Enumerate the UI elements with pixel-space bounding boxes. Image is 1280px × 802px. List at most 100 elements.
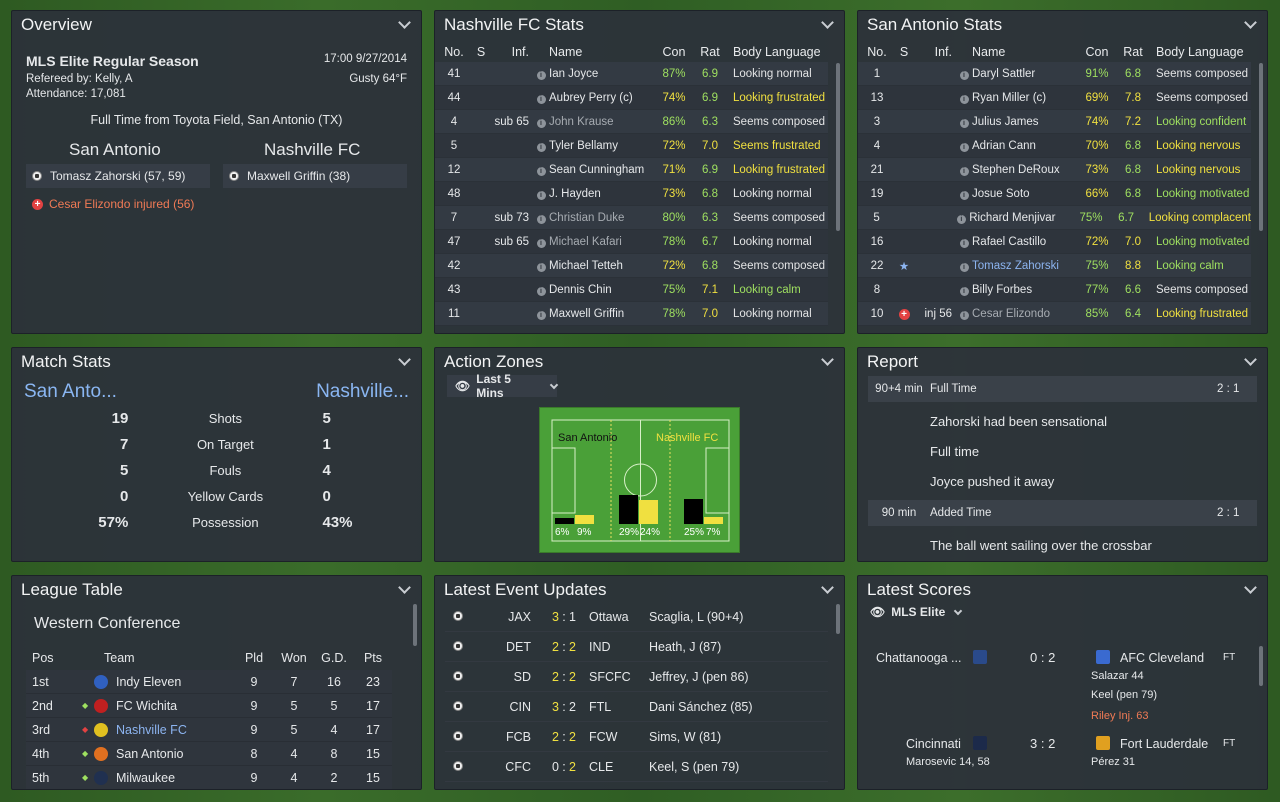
report-event-row[interactable]: 90+4 min Full Time 2 : 1 <box>868 376 1257 402</box>
home-team[interactable]: JAX <box>471 610 531 624</box>
table-row[interactable]: 2nd ◆ FC Wichita 9 5 5 17 <box>26 694 392 718</box>
info-icon[interactable]: i <box>954 212 970 224</box>
column-header[interactable]: S <box>896 45 912 59</box>
table-row[interactable]: 5th ◆ Milwaukee 9 4 2 15 <box>26 766 392 789</box>
column-header[interactable]: Body Language <box>1148 45 1251 59</box>
team-name[interactable]: FC Wichita <box>116 699 177 713</box>
chevron-down-icon[interactable] <box>1244 581 1257 594</box>
team-name[interactable]: Indy Eleven <box>116 675 181 689</box>
player-name[interactable]: Richard Menjivar <box>969 212 1070 224</box>
away-team[interactable]: FTL <box>589 700 649 714</box>
column-header[interactable]: No. <box>435 45 473 59</box>
player-name[interactable]: Maxwell Griffin <box>549 308 653 320</box>
column-header[interactable]: Inf. <box>489 45 533 59</box>
chevron-down-icon[interactable] <box>398 353 411 366</box>
event-row[interactable]: FCB 2:2 FCW Sims, W (81) <box>445 722 828 752</box>
player-name[interactable]: Dennis Chin <box>549 284 653 296</box>
player-row[interactable]: 5 i Richard Menjivar 75% 6.7 Looking complace… <box>858 206 1251 230</box>
away-team[interactable]: CLE <box>589 760 649 774</box>
player-row[interactable]: 3 i Julius James 74% 7.2 Looking confident <box>858 110 1251 134</box>
info-icon[interactable]: i <box>956 116 972 128</box>
home-team-label[interactable]: San Anto... <box>24 381 117 403</box>
column-header[interactable]: Name <box>972 45 1076 59</box>
panel-header[interactable]: Match Stats <box>12 348 421 376</box>
column-header[interactable]: Pos <box>26 651 94 665</box>
column-header[interactable]: Body Language <box>725 45 828 59</box>
player-row[interactable]: 4 sub 65 i John Krause 86% 6.3 Seems composed <box>435 110 828 134</box>
info-icon[interactable]: i <box>533 308 549 320</box>
column-header[interactable]: Rat <box>1118 45 1148 59</box>
player-row[interactable]: 47 sub 65 i Michael Kafari 78% 6.7 Looking nor… <box>435 230 828 254</box>
match2-home[interactable]: Cincinnati <box>906 737 961 751</box>
team-name[interactable]: San Antonio <box>116 747 183 761</box>
info-icon[interactable]: i <box>956 236 972 248</box>
player-name[interactable]: Ian Joyce <box>549 68 653 80</box>
player-name[interactable]: Michael Kafari <box>549 236 653 248</box>
player-row[interactable]: 22 ★ i Tomasz Zahorski 75% 8.8 Looking calm <box>858 254 1251 278</box>
match1-away[interactable]: AFC Cleveland <box>1120 651 1204 665</box>
player-row[interactable]: 13 i Ryan Miller (c) 69% 7.8 Seems composed <box>858 86 1251 110</box>
column-header[interactable]: Team <box>94 651 234 665</box>
column-header[interactable]: Rat <box>695 45 725 59</box>
info-icon[interactable]: i <box>533 92 549 104</box>
player-row[interactable]: 10 + inj 56 i Cesar Elizondo 85% 6.4 Looking fr… <box>858 302 1251 326</box>
player-row[interactable]: 4 i Adrian Cann 70% 6.8 Looking nervous <box>858 134 1251 158</box>
column-header[interactable]: No. <box>858 45 896 59</box>
scrollbar[interactable] <box>1259 646 1263 686</box>
home-team[interactable]: FCB <box>471 730 531 744</box>
chevron-down-icon[interactable] <box>821 353 834 366</box>
chevron-down-icon[interactable] <box>1244 16 1257 29</box>
panel-header[interactable]: Report <box>858 348 1267 376</box>
column-header[interactable]: Con <box>1076 45 1118 59</box>
home-team[interactable]: DET <box>471 640 531 654</box>
away-team[interactable]: Ottawa <box>589 610 649 624</box>
table-row[interactable]: 3rd ◆ Nashville FC 9 5 4 17 <box>26 718 392 742</box>
info-icon[interactable]: i <box>533 260 549 272</box>
team-name[interactable]: Nashville FC <box>116 723 187 737</box>
player-name[interactable]: Josue Soto <box>972 188 1076 200</box>
scrollbar[interactable] <box>1259 63 1263 231</box>
event-row[interactable]: DET 2:2 IND Heath, J (87) <box>445 632 828 662</box>
match2-away[interactable]: Fort Lauderdale <box>1120 737 1208 751</box>
player-name[interactable]: Julius James <box>972 116 1076 128</box>
chevron-down-icon[interactable] <box>821 16 834 29</box>
player-row[interactable]: 1 i Daryl Sattler 91% 6.8 Seems composed <box>858 62 1251 86</box>
match1-score[interactable]: 0 : 2 <box>1030 650 1055 665</box>
player-name[interactable]: Christian Duke <box>549 212 653 224</box>
away-team[interactable]: IND <box>589 640 649 654</box>
chevron-down-icon[interactable] <box>1244 353 1257 366</box>
player-name[interactable]: Daryl Sattler <box>972 68 1076 80</box>
panel-header[interactable]: San Antonio Stats <box>858 11 1267 39</box>
column-header[interactable]: Name <box>549 45 653 59</box>
column-header[interactable]: Won <box>274 651 314 665</box>
event-row[interactable]: SD 2:2 SFCFC Jeffrey, J (pen 86) <box>445 662 828 692</box>
scrollbar[interactable] <box>836 604 840 634</box>
column-header[interactable]: G.D. <box>314 651 354 665</box>
home-scorer-row[interactable]: Tomasz Zahorski (57, 59) <box>26 164 210 188</box>
panel-header[interactable]: League Table <box>12 576 421 604</box>
info-icon[interactable]: i <box>956 188 972 200</box>
column-header[interactable]: S <box>473 45 489 59</box>
scrollbar[interactable] <box>836 63 840 231</box>
player-name[interactable]: Adrian Cann <box>972 140 1076 152</box>
home-team[interactable]: CFC <box>471 760 531 774</box>
report-event-row[interactable]: 90 min Added Time 2 : 1 <box>868 500 1257 526</box>
info-icon[interactable]: i <box>533 116 549 128</box>
player-row[interactable]: 16 i Rafael Castillo 72% 7.0 Looking motivate… <box>858 230 1251 254</box>
info-icon[interactable]: i <box>956 92 972 104</box>
event-row[interactable]: JAX 3:1 Ottawa Scaglia, L (90+4) <box>445 602 828 632</box>
player-row[interactable]: 8 i Billy Forbes 77% 6.6 Seems composed <box>858 278 1251 302</box>
team-name[interactable]: Milwaukee <box>116 771 175 785</box>
info-icon[interactable]: i <box>956 140 972 152</box>
player-row[interactable]: 19 i Josue Soto 66% 6.8 Looking motivated <box>858 182 1251 206</box>
away-scorer-row[interactable]: Maxwell Griffin (38) <box>223 164 407 188</box>
player-name[interactable]: Aubrey Perry (c) <box>549 92 653 104</box>
panel-header[interactable]: Latest Event Updates <box>435 576 844 604</box>
column-header[interactable]: Inf. <box>912 45 956 59</box>
player-row[interactable]: 5 i Tyler Bellamy 72% 7.0 Seems frustrated <box>435 134 828 158</box>
info-icon[interactable]: i <box>533 164 549 176</box>
event-row[interactable]: CFC 0:2 CLE Keel, S (pen 79) <box>445 752 828 782</box>
info-icon[interactable]: i <box>533 188 549 200</box>
player-row[interactable]: 43 i Dennis Chin 75% 7.1 Looking calm <box>435 278 828 302</box>
info-icon[interactable]: i <box>956 164 972 176</box>
